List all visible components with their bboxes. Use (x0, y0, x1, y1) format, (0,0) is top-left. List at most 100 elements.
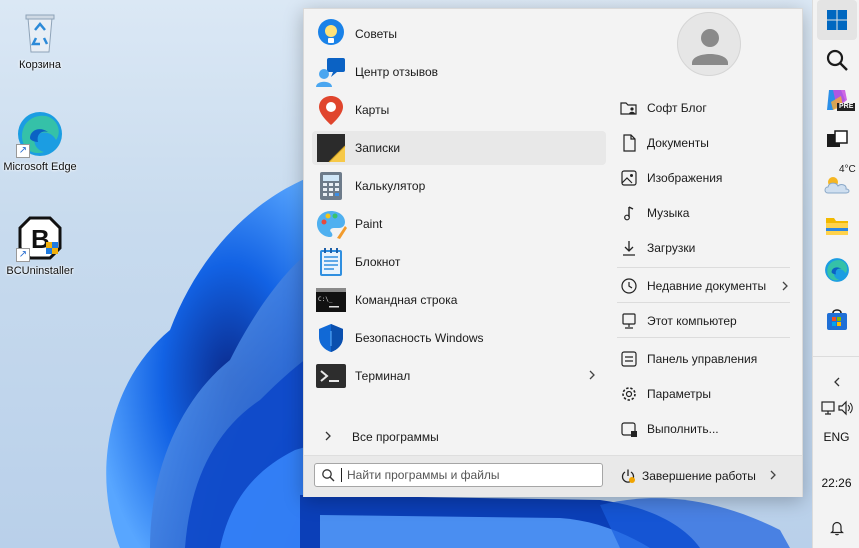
language-indicator[interactable]: ENG (813, 430, 859, 444)
separator (617, 302, 790, 303)
desktop-icon-recycle-bin[interactable]: Корзина (0, 8, 80, 72)
taskbar-search-button[interactable] (817, 40, 857, 80)
shortcut-arrow-icon: ↗ (16, 144, 30, 158)
app-item-terminal[interactable]: Терминал (312, 359, 606, 393)
weather-temperature: 4°C (839, 164, 856, 175)
app-item-paint[interactable]: Paint (312, 207, 606, 241)
app-item-label: Блокнот (355, 255, 401, 269)
app-item-label: Центр отзывов (355, 65, 439, 79)
network-volume-tray[interactable] (817, 392, 857, 424)
app-item-label: Записки (355, 141, 401, 155)
notifications-button[interactable] (817, 508, 857, 548)
right-item-recent-documents[interactable]: Недавние документы (620, 273, 790, 299)
shortcut-arrow-icon: ↗ (16, 248, 30, 262)
start-menu: Советы Центр отзывов Карты Записки Кальк… (303, 8, 803, 497)
right-item-downloads[interactable]: Загрузки (620, 235, 790, 261)
desktop-icon-label: Корзина (19, 59, 61, 71)
notepad-icon (315, 246, 347, 278)
start-button[interactable] (817, 0, 857, 40)
separator (617, 337, 790, 338)
text-caret (341, 468, 342, 482)
volume-icon (838, 400, 853, 416)
chevron-right-icon (322, 429, 336, 446)
music-icon (620, 204, 638, 222)
right-item-label: Загрузки (647, 241, 696, 255)
app-item-label: Калькулятор (355, 179, 426, 193)
taskbar-edge-button[interactable] (817, 250, 857, 290)
folder-user-icon (620, 99, 638, 117)
bcuninstaller-icon: B ↗ (16, 214, 64, 262)
pre-badge: PRE (837, 103, 856, 111)
app-item-calculator[interactable]: Калькулятор (312, 169, 606, 203)
right-item-label: Музыка (647, 206, 690, 220)
network-icon (821, 401, 835, 415)
search-input[interactable] (347, 468, 597, 482)
desktop-icon-label: BCUninstaller (6, 265, 74, 277)
right-item-label: Недавние документы (647, 279, 767, 293)
right-item-label: Параметры (647, 387, 711, 401)
computer-icon (620, 312, 638, 330)
user-icon (692, 29, 728, 65)
separator (617, 267, 790, 268)
terminal-icon (315, 360, 347, 392)
right-item-documents[interactable]: Документы (620, 130, 790, 156)
app-item-windows-security[interactable]: Безопасность Windows (312, 321, 606, 355)
right-item-run[interactable]: Выполнить... (620, 416, 790, 442)
right-item-music[interactable]: Музыка (620, 200, 790, 226)
taskbar-task-view-button[interactable] (817, 120, 857, 160)
right-item-label: Выполнить... (647, 422, 719, 436)
taskbar-file-explorer-button[interactable] (817, 206, 857, 246)
user-avatar[interactable] (677, 12, 741, 76)
edge-icon (825, 258, 849, 282)
right-item-label: Панель управления (647, 352, 758, 366)
search-icon (321, 468, 335, 482)
right-item-label: Изображения (647, 171, 723, 185)
right-item-label: Документы (647, 136, 709, 150)
document-icon (620, 134, 638, 152)
right-item-control-panel[interactable]: Панель управления (620, 346, 790, 372)
taskbar-copilot-button[interactable]: PRE (817, 80, 857, 120)
paint-icon (315, 208, 347, 240)
desktop-icon-label: Microsoft Edge (3, 161, 77, 173)
right-item-images[interactable]: Изображения (620, 165, 790, 191)
app-item-notepad[interactable]: Блокнот (312, 245, 606, 279)
app-item-label: Безопасность Windows (355, 331, 484, 345)
right-item-label: Софт Блог (647, 101, 707, 115)
right-item-soft-blog[interactable]: Софт Блог (620, 95, 790, 121)
app-item-tips[interactable]: Советы (312, 17, 606, 51)
recycle-bin-icon (16, 8, 64, 56)
app-item-feedback-hub[interactable]: Центр отзывов (312, 55, 606, 89)
app-item-maps[interactable]: Карты (312, 93, 606, 127)
right-item-settings[interactable]: Параметры (620, 381, 790, 407)
feedback-hub-icon (315, 56, 347, 88)
control-panel-icon (620, 350, 638, 368)
app-item-label: Командная строка (355, 293, 458, 307)
bell-icon (830, 521, 844, 536)
right-item-label: Этот компьютер (647, 314, 737, 328)
app-item-sticky-notes[interactable]: Записки (312, 131, 606, 165)
right-item-this-computer[interactable]: Этот компьютер (620, 308, 790, 334)
taskbar: PRE 4°C ENG 22:26 (812, 0, 859, 548)
app-item-label: Терминал (355, 369, 411, 383)
all-programs-button[interactable]: Все программы (312, 425, 606, 449)
clock-time[interactable]: 22:26 (813, 476, 859, 490)
shutdown-button[interactable]: Завершение работы (620, 464, 780, 488)
chevron-right-icon[interactable] (586, 368, 598, 382)
taskbar-store-button[interactable] (817, 300, 857, 340)
download-icon (620, 239, 638, 257)
tips-icon (315, 18, 347, 50)
start-menu-bottom-bar: Завершение работы (304, 455, 802, 497)
app-item-command-prompt[interactable]: C:\_ Командная строка (312, 283, 606, 317)
task-view-icon (827, 130, 848, 147)
desktop-icon-bcuninstaller[interactable]: B ↗ BCUninstaller (0, 214, 80, 278)
app-item-label: Карты (355, 103, 390, 117)
chevron-right-icon[interactable] (780, 279, 790, 293)
all-programs-label: Все программы (352, 430, 439, 444)
shutdown-label: Завершение работы (642, 469, 756, 483)
desktop-icon-edge[interactable]: ↗ Microsoft Edge (0, 110, 80, 174)
taskbar-weather-widget[interactable]: 4°C (817, 160, 857, 204)
image-icon (620, 169, 638, 187)
gear-icon (620, 385, 638, 403)
search-box[interactable] (314, 463, 603, 487)
chevron-right-icon[interactable] (768, 468, 778, 485)
